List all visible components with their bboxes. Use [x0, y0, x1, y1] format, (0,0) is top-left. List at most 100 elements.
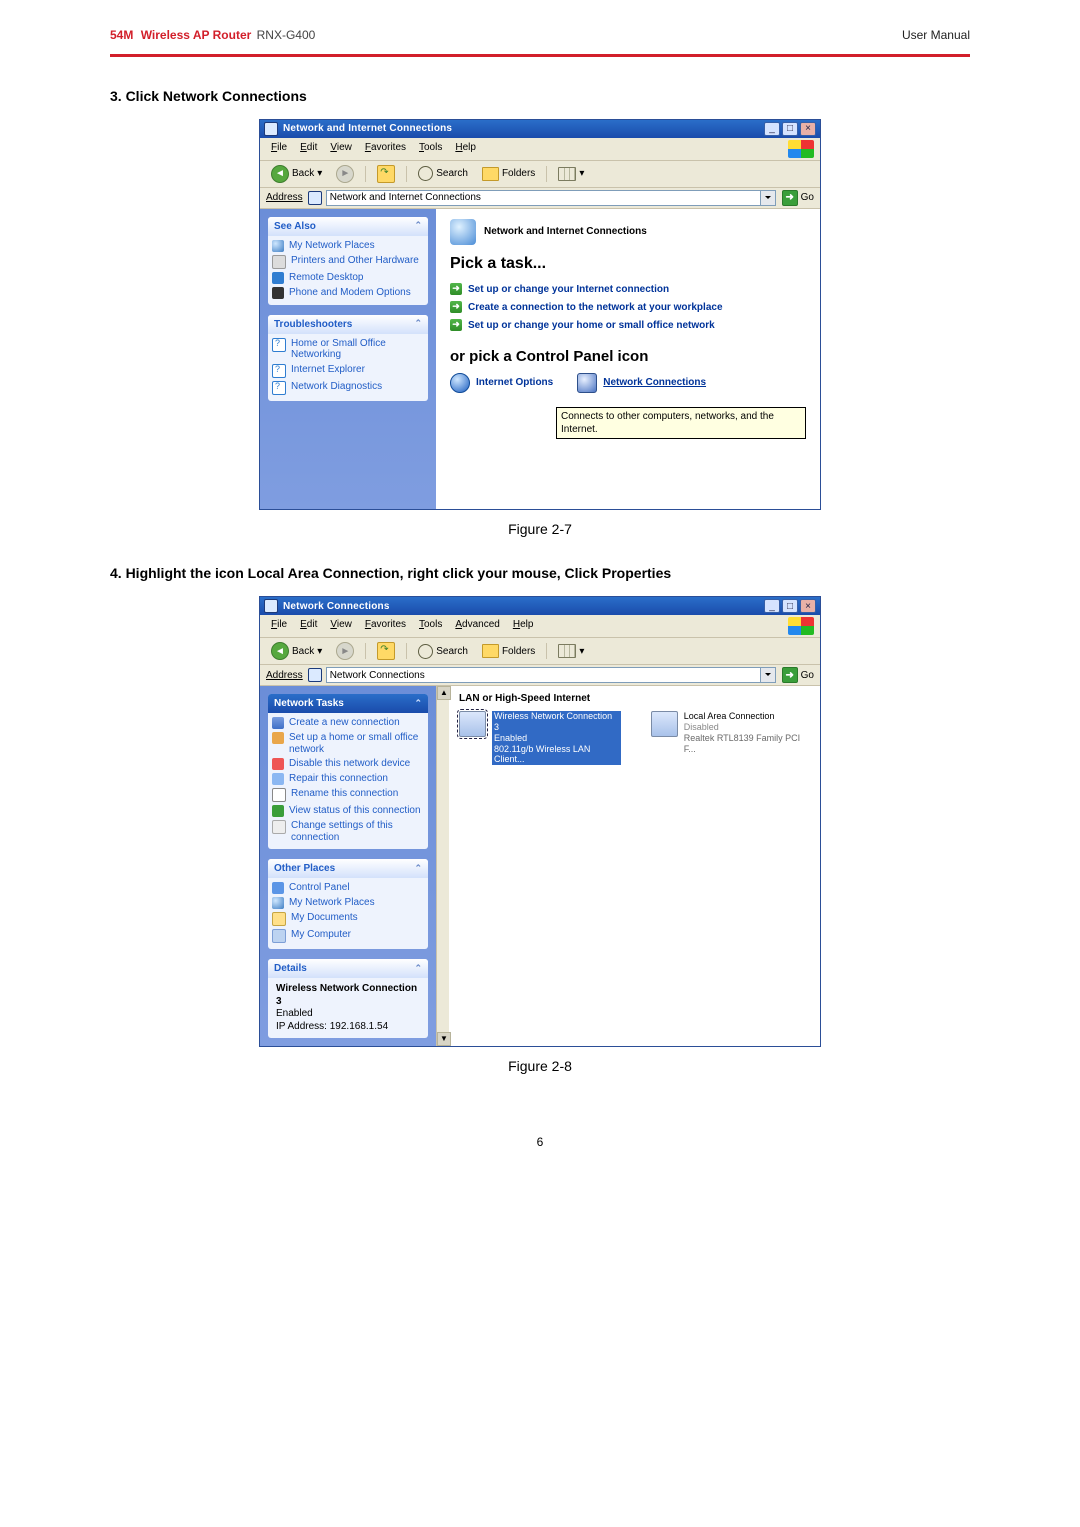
title-bar[interactable]: Network and Internet Connections _ □ ×	[260, 120, 820, 138]
views-icon	[558, 167, 576, 181]
menu-file[interactable]: File	[266, 140, 292, 158]
group-header: LAN or High-Speed Internet	[459, 692, 810, 705]
other-places-item[interactable]: My Documents	[272, 912, 424, 926]
scrollbar[interactable]: ▲ ▼	[436, 686, 449, 1046]
connection-item-selected[interactable]: Wireless Network Connection 3 Enabled 80…	[459, 711, 621, 765]
connection-device: 802.11g/b Wireless LAN Client...	[494, 744, 619, 766]
magnifier-icon	[418, 166, 433, 181]
other-places-item[interactable]: Control Panel	[272, 882, 424, 894]
menu-advanced[interactable]: Advanced	[450, 617, 504, 635]
address-icon	[308, 191, 322, 205]
help-icon	[272, 338, 286, 352]
address-dropdown[interactable]	[761, 190, 776, 206]
see-also-item[interactable]: Remote Desktop	[272, 272, 424, 284]
connection-item[interactable]: Local Area Connection Disabled Realtek R…	[651, 711, 810, 765]
search-button[interactable]: Search	[413, 642, 473, 661]
scroll-down-button[interactable]: ▼	[437, 1032, 451, 1046]
menu-view[interactable]: View	[325, 140, 357, 158]
close-button[interactable]: ×	[800, 599, 816, 613]
address-input[interactable]	[326, 667, 761, 683]
menu-help[interactable]: Help	[508, 617, 539, 635]
details-header[interactable]: Details⌃	[268, 959, 428, 978]
network-task-item[interactable]: Rename this connection	[272, 788, 424, 802]
product-model: RNX-G400	[257, 28, 316, 42]
settings-icon	[272, 820, 286, 834]
forward-arrow-icon: ►	[336, 642, 354, 660]
page-header: 54M Wireless AP Router RNX-G400 User Man…	[110, 28, 970, 44]
network-connections-item[interactable]: Network Connections	[577, 373, 706, 393]
troubleshooters-item[interactable]: Home or Small Office Networking	[272, 338, 424, 361]
menu-favorites[interactable]: Favorites	[360, 617, 411, 635]
address-dropdown[interactable]	[761, 667, 776, 683]
troubleshooters-item[interactable]: Internet Explorer	[272, 364, 424, 378]
folder-icon	[482, 644, 499, 658]
task-arrow-icon: ➜	[450, 301, 462, 313]
menu-help[interactable]: Help	[450, 140, 481, 158]
menu-tools[interactable]: Tools	[414, 617, 447, 635]
network-task-item[interactable]: View status of this connection	[272, 805, 424, 817]
forward-button[interactable]: ►	[331, 163, 359, 185]
menu-view[interactable]: View	[325, 617, 357, 635]
network-tasks-header[interactable]: Network Tasks⌃	[268, 694, 428, 713]
see-also-header[interactable]: See Also⌃	[268, 217, 428, 236]
menu-tools[interactable]: Tools	[414, 140, 447, 158]
address-label: Address	[266, 191, 303, 204]
go-button[interactable]: ➜Go	[782, 190, 814, 206]
windows-logo-icon	[788, 617, 814, 635]
other-places-item[interactable]: My Network Places	[272, 897, 424, 909]
network-tasks-panel: Network Tasks⌃ Create a new connection S…	[268, 694, 428, 849]
go-button[interactable]: ➜Go	[782, 667, 814, 683]
side-panel: Network Tasks⌃ Create a new connection S…	[260, 686, 436, 1046]
title-bar[interactable]: Network Connections _ □ ×	[260, 597, 820, 615]
chevron-down-icon: ▾	[317, 645, 322, 658]
menu-edit[interactable]: Edit	[295, 140, 322, 158]
page-number: 6	[110, 1135, 970, 1151]
chevron-down-icon: ▾	[317, 167, 322, 180]
network-task-item[interactable]: Set up a home or small office network	[272, 732, 424, 755]
details-panel: Details⌃ Wireless Network Connection 3 E…	[268, 959, 428, 1038]
views-button[interactable]: ▾	[553, 642, 589, 660]
minimize-button[interactable]: _	[764, 599, 780, 613]
scroll-up-button[interactable]: ▲	[437, 686, 451, 700]
up-button[interactable]	[372, 640, 400, 662]
figure-2-8-caption: Figure 2-8	[110, 1057, 970, 1075]
folders-button[interactable]: Folders	[477, 642, 540, 660]
address-input[interactable]	[326, 190, 761, 206]
side-panel: See Also⌃ My Network Places Printers and…	[260, 209, 436, 509]
other-places-header[interactable]: Other Places⌃	[268, 859, 428, 878]
close-button[interactable]: ×	[800, 122, 816, 136]
minimize-button[interactable]: _	[764, 122, 780, 136]
menu-edit[interactable]: Edit	[295, 617, 322, 635]
menu-favorites[interactable]: Favorites	[360, 140, 411, 158]
troubleshooters-header[interactable]: Troubleshooters⌃	[268, 315, 428, 334]
see-also-item[interactable]: Phone and Modem Options	[272, 287, 424, 299]
folders-button[interactable]: Folders	[477, 165, 540, 183]
network-task-item[interactable]: Create a new connection	[272, 717, 424, 729]
menu-file[interactable]: File	[266, 617, 292, 635]
chevron-up-icon: ⌃	[414, 863, 422, 875]
menu-bar: File Edit View Favorites Tools Advanced …	[260, 615, 820, 638]
forward-button[interactable]: ►	[331, 640, 359, 662]
network-task-item[interactable]: Repair this connection	[272, 773, 424, 785]
maximize-button[interactable]: □	[782, 122, 798, 136]
views-button[interactable]: ▾	[553, 165, 589, 183]
up-button[interactable]	[372, 163, 400, 185]
task-item[interactable]: ➜Set up or change your home or small off…	[450, 319, 806, 332]
maximize-button[interactable]: □	[782, 599, 798, 613]
task-item[interactable]: ➜Create a connection to the network at y…	[450, 301, 806, 314]
troubleshooters-panel: Troubleshooters⌃ Home or Small Office Ne…	[268, 315, 428, 401]
back-button[interactable]: ◄Back ▾	[266, 640, 327, 662]
other-places-item[interactable]: My Computer	[272, 929, 424, 943]
task-item[interactable]: ➜Set up or change your Internet connecti…	[450, 283, 806, 296]
connection-name: Wireless Network Connection 3	[494, 711, 619, 733]
network-task-item[interactable]: Disable this network device	[272, 758, 424, 770]
search-button[interactable]: Search	[413, 164, 473, 183]
troubleshooters-item[interactable]: Network Diagnostics	[272, 381, 424, 395]
see-also-item[interactable]: Printers and Other Hardware	[272, 255, 424, 269]
folder-up-icon	[377, 642, 395, 660]
back-button[interactable]: ◄Back ▾	[266, 163, 327, 185]
chevron-up-icon: ⌃	[414, 963, 422, 975]
internet-options-item[interactable]: Internet Options	[450, 373, 553, 393]
network-task-item[interactable]: Change settings of this connection	[272, 820, 424, 843]
see-also-item[interactable]: My Network Places	[272, 240, 424, 252]
